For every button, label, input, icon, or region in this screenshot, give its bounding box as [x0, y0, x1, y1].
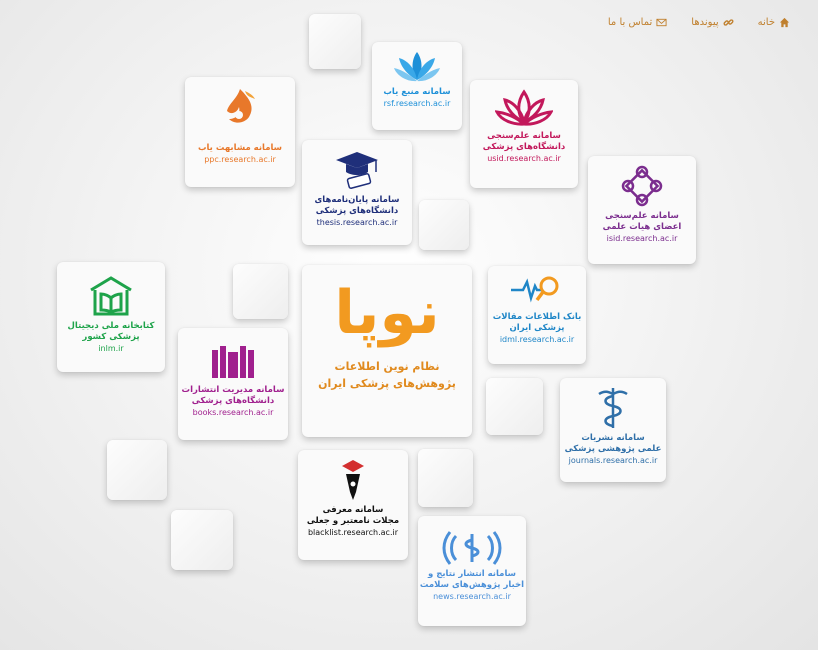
tile-usid-url: usid.research.ac.ir: [487, 154, 561, 163]
flame-bird-icon: [227, 89, 255, 123]
tile-thesis-title2: دانشگاه‌های پزشکی: [315, 206, 399, 216]
tile-isid-url: isid.research.ac.ir: [606, 234, 678, 243]
tile-books[interactable]: سامانه مدیریت انتشارات دانشگاه‌های پزشکی…: [178, 328, 288, 440]
center-line2: پژوهش‌های پزشکی ایران: [318, 377, 456, 390]
tile-inlm-title1: کتابخانه ملی دیجیتال: [67, 321, 155, 331]
nav-home-label: خانه: [757, 16, 775, 28]
top-nav: خانه پیوندها تماس با ما: [0, 0, 818, 44]
lotus-outline-icon: [495, 89, 553, 126]
tile-rsf[interactable]: سامانه منبع یاب rsf.research.ac.ir: [372, 42, 462, 130]
tile-isid[interactable]: سامانه علم‌سنجی اعضای هیات علمی isid.res…: [588, 156, 696, 264]
caduceus-icon: [598, 388, 628, 428]
tile-news-title2: اخبار پژوهش‌های سلامت: [419, 580, 525, 590]
nav-contact[interactable]: تماس با ما: [598, 17, 677, 28]
books-icon: [212, 346, 254, 378]
tile-blacklist[interactable]: سامانه معرفی مجلات نامعتبر و جعلی blackl…: [298, 450, 408, 560]
blank-tile: [419, 200, 469, 250]
tile-idml-title2: پزشکی ایران: [509, 323, 565, 333]
lotus-icon: [394, 52, 440, 82]
tile-blacklist-url: blacklist.research.ac.ir: [307, 528, 399, 537]
tile-idml-title1: بانک اطلاعات مقالات: [492, 312, 582, 322]
tile-isid-title2: اعضای هیات علمی: [602, 222, 682, 232]
tile-usid-title2: دانشگاه‌های پزشکی: [482, 142, 566, 152]
pen-nib-icon: [342, 460, 364, 500]
tile-nopa-center[interactable]: نوپا نظام نوین اطلاعات پژوهش‌های پزشکی ا…: [302, 265, 472, 437]
tile-blacklist-title2: مجلات نامعتبر و جعلی: [306, 516, 400, 526]
blank-tile: [309, 14, 361, 69]
envelope-icon: [656, 18, 667, 26]
tile-journals-url: journals.research.ac.ir: [568, 456, 658, 465]
tile-news-title1: سامانه انتشار نتایج و: [428, 569, 516, 579]
blank-tile: [107, 440, 167, 500]
library-book-icon: [90, 276, 132, 316]
tile-ppc-title: سامانه مشابهت یاب: [197, 143, 283, 153]
link-icon: [723, 18, 734, 26]
tile-journals-title2: علمی پژوهشی پزشکی: [564, 444, 662, 454]
tile-news[interactable]: سامانه انتشار نتایج و اخبار پژوهش‌های سل…: [418, 516, 526, 626]
tile-journals-title1: سامانه نشریات: [581, 433, 645, 443]
tile-thesis-title1: سامانه پایان‌نامه‌های: [314, 195, 400, 205]
tile-books-title2: دانشگاه‌های پزشکی: [191, 396, 275, 406]
tile-idml[interactable]: بانک اطلاعات مقالات پزشکی ایران idml.res…: [488, 266, 586, 364]
tile-inlm-url: inlm.ir: [98, 344, 124, 353]
tile-inlm-title2: پزشکی کشور: [82, 332, 140, 342]
graduation-cap-icon: [336, 152, 378, 189]
blank-tile: [486, 378, 543, 435]
blank-tile: [233, 264, 288, 319]
ornament-icon: [621, 165, 663, 207]
center-line1: نظام نوین اطلاعات: [334, 360, 440, 373]
tile-books-url: books.research.ac.ir: [192, 408, 274, 417]
home-icon: [779, 17, 790, 27]
tile-isid-title1: سامانه علم‌سنجی: [605, 211, 679, 221]
tile-news-url: news.research.ac.ir: [433, 592, 511, 601]
nav-contact-label: تماس با ما: [607, 16, 653, 28]
tile-books-title1: سامانه مدیریت انتشارات: [181, 385, 285, 395]
tile-thesis[interactable]: سامانه پایان‌نامه‌های دانشگاه‌های پزشکی …: [302, 140, 412, 245]
nopa-brand-logo: نوپا: [334, 278, 441, 348]
broadcast-caduceus-icon: [442, 531, 502, 565]
tile-inlm[interactable]: کتابخانه ملی دیجیتال پزشکی کشور inlm.ir: [57, 262, 165, 372]
nav-home[interactable]: خانه: [748, 17, 800, 28]
tile-ppc-url: ppc.research.ac.ir: [204, 155, 276, 164]
tile-journals[interactable]: سامانه نشریات علمی پژوهشی پزشکی journals…: [560, 378, 666, 482]
nav-links-label: پیوندها: [691, 16, 719, 28]
blank-tile: [171, 510, 233, 570]
tile-blacklist-title1: سامانه معرفی: [322, 505, 384, 515]
tile-rsf-url: rsf.research.ac.ir: [383, 99, 451, 108]
nav-links[interactable]: پیوندها: [681, 17, 743, 28]
tile-thesis-url: thesis.research.ac.ir: [316, 218, 398, 227]
tile-rsf-title: سامانه منبع یاب: [383, 87, 451, 97]
tile-ppc[interactable]: سامانه مشابهت یاب ppc.research.ac.ir: [185, 77, 295, 187]
blank-tile: [418, 449, 473, 507]
tile-usid[interactable]: سامانه علم‌سنجی دانشگاه‌های پزشکی usid.r…: [470, 80, 578, 188]
pulse-search-icon: [511, 276, 559, 303]
tile-usid-title1: سامانه علم‌سنجی: [487, 131, 561, 141]
tile-idml-url: idml.research.ac.ir: [499, 335, 575, 344]
